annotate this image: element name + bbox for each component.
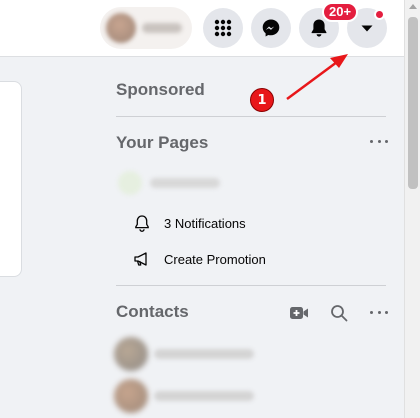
- contact-item[interactable]: [114, 379, 284, 413]
- page-entry[interactable]: [116, 168, 226, 198]
- page-notifications-link[interactable]: 3 Notifications: [132, 212, 246, 234]
- contacts-more-options-button[interactable]: [370, 309, 388, 315]
- video-plus-icon: [290, 307, 308, 319]
- more-dot: [385, 139, 388, 143]
- messenger-icon: [262, 19, 280, 37]
- divider: [116, 285, 386, 286]
- contact-avatar: [114, 337, 148, 371]
- contact-item[interactable]: [114, 337, 284, 371]
- menu-grid-icon: [214, 19, 232, 37]
- profile-name-blurred: [142, 23, 182, 33]
- scroll-thumb[interactable]: [408, 17, 418, 189]
- caret-down-icon: [361, 25, 373, 32]
- scroll-up-arrow[interactable]: [409, 4, 417, 9]
- notification-count-badge: 20+: [322, 2, 359, 22]
- account-alert-dot: [374, 9, 385, 20]
- new-room-button[interactable]: [288, 302, 310, 324]
- create-promotion-label: Create Promotion: [164, 251, 266, 267]
- create-promotion-link[interactable]: Create Promotion: [132, 248, 266, 270]
- contact-name-blurred: [154, 349, 254, 359]
- page-name-blurred: [150, 178, 220, 188]
- contact-name-blurred: [154, 391, 254, 401]
- step-marker: 1: [250, 88, 274, 112]
- more-dot: [377, 139, 381, 143]
- menu-button[interactable]: [203, 8, 243, 48]
- more-dot: [377, 310, 381, 314]
- more-dot: [370, 139, 373, 143]
- your-pages-heading: Your Pages: [116, 133, 209, 152]
- bell-outline-icon: [132, 213, 152, 233]
- top-navigation-bar: 20+: [0, 0, 404, 57]
- messenger-button[interactable]: [251, 8, 291, 48]
- search-icon: [331, 305, 348, 322]
- more-dot: [385, 310, 388, 314]
- bell-icon: [311, 19, 327, 37]
- page-avatar: [118, 171, 142, 195]
- pages-more-options-button[interactable]: [370, 138, 388, 144]
- contacts-heading: Contacts: [116, 302, 189, 321]
- sponsored-heading: Sponsored: [116, 80, 205, 99]
- megaphone-icon: [132, 249, 152, 269]
- profile-avatar: [106, 13, 136, 43]
- more-dot: [370, 310, 373, 314]
- scrollbar[interactable]: [404, 0, 420, 418]
- notifications-label: 3 Notifications: [164, 215, 246, 231]
- contact-avatar: [114, 379, 148, 413]
- search-contacts-button[interactable]: [328, 302, 350, 324]
- profile-chip[interactable]: [100, 7, 192, 49]
- feed-card-edge: [0, 81, 22, 277]
- divider: [116, 116, 386, 117]
